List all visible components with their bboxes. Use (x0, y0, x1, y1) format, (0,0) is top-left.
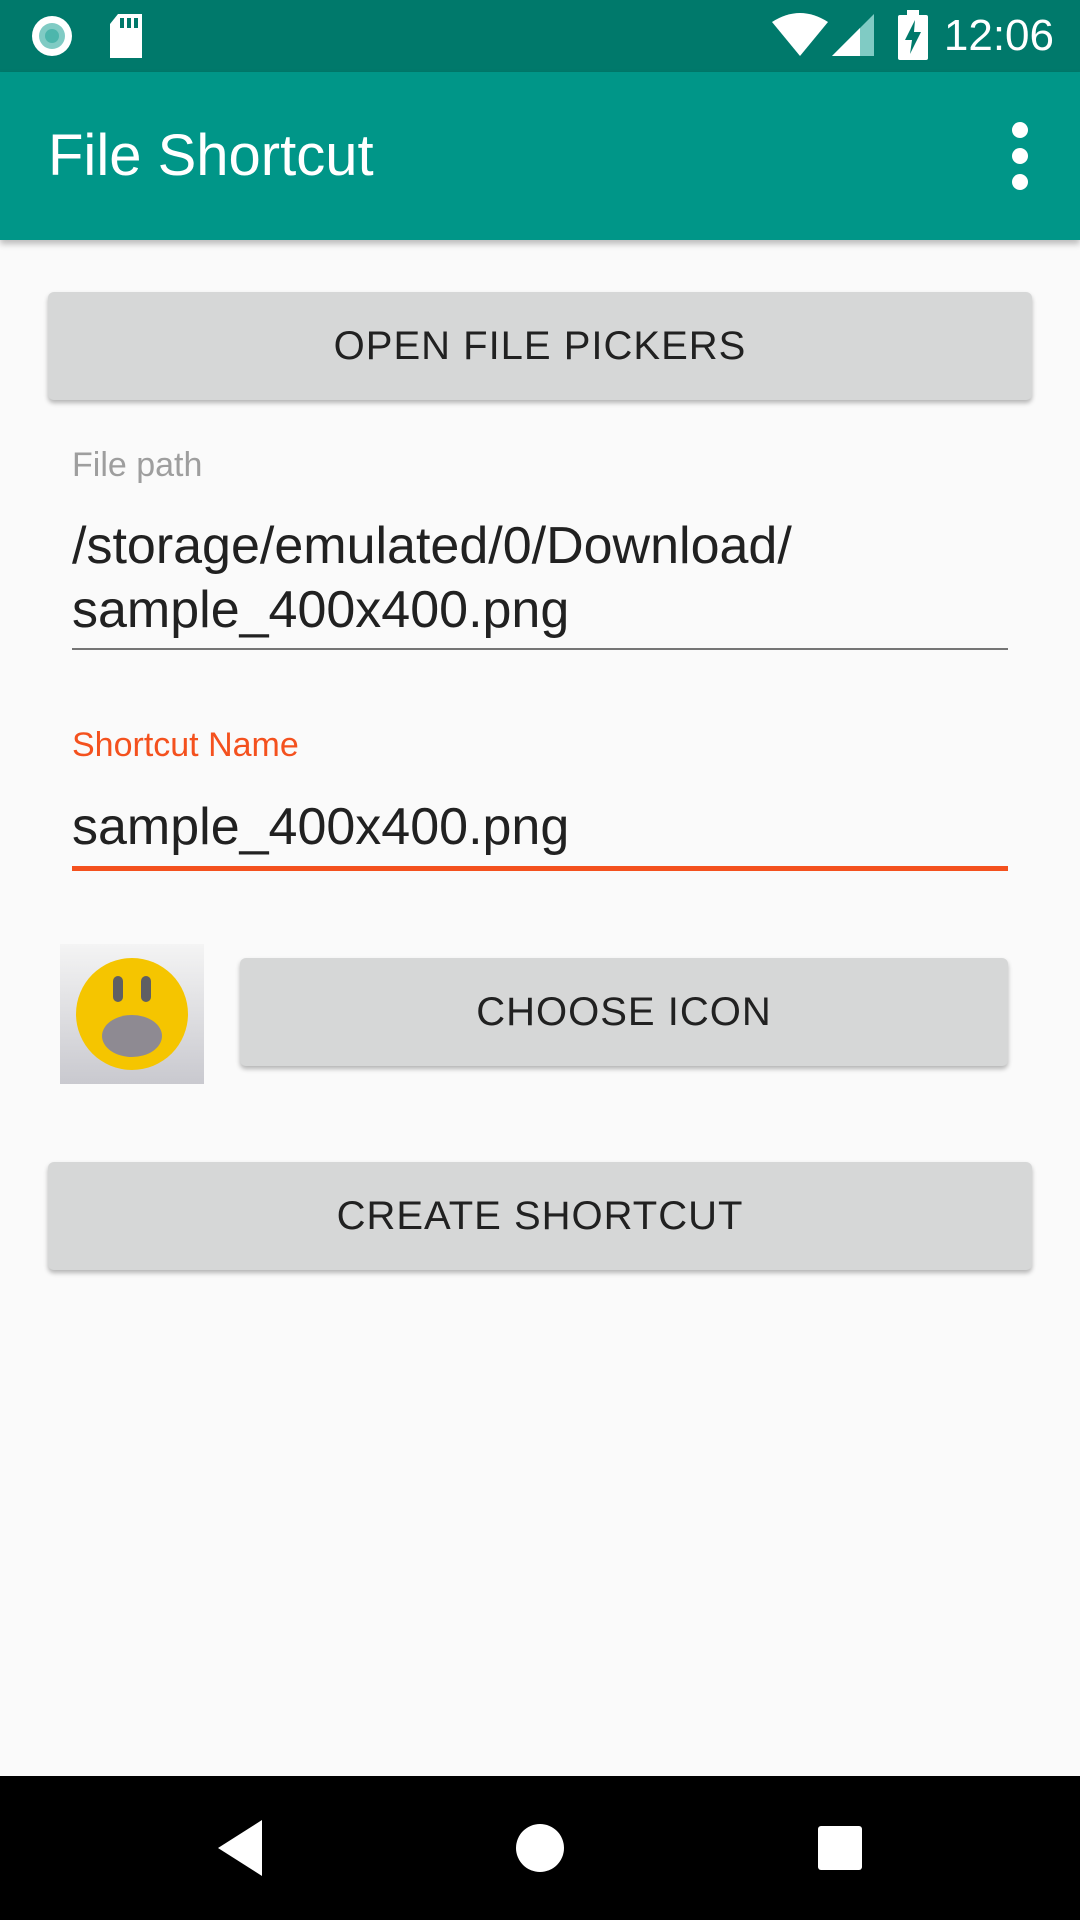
status-bar: 12:06 (0, 0, 1080, 72)
app-bar: File Shortcut (0, 72, 1080, 240)
choose-icon-button[interactable]: CHOOSE ICON (240, 958, 1008, 1066)
home-icon[interactable] (504, 1812, 576, 1884)
file-path-input[interactable]: /storage/emulated/0/Download/ sample_400… (72, 514, 1008, 642)
recents-icon[interactable] (804, 1812, 876, 1884)
shortcut-name-input[interactable]: sample_400x400.png (72, 795, 1008, 859)
open-file-pickers-button[interactable]: OPEN FILE PICKERS (48, 292, 1032, 400)
create-shortcut-button[interactable]: CREATE SHORTCUT (48, 1162, 1032, 1270)
shortcut-name-label: Shortcut Name (72, 726, 299, 764)
overflow-menu-icon[interactable] (990, 112, 1050, 200)
back-icon[interactable] (204, 1812, 276, 1884)
surprised-face-icon (76, 958, 188, 1070)
icon-preview (60, 944, 204, 1084)
sd-card-icon (108, 14, 144, 63)
file-path-underline (72, 648, 1008, 650)
app-title: File Shortcut (48, 123, 374, 188)
status-time: 12:06 (943, 11, 1054, 60)
wifi-icon (772, 12, 828, 63)
file-path-label: File path (72, 446, 203, 484)
record-icon (30, 14, 74, 63)
signal-icon (830, 12, 876, 63)
battery-charging-icon (898, 10, 928, 65)
shortcut-name-underline (72, 866, 1008, 871)
navigation-bar (0, 1776, 1080, 1920)
screen: 12:06 File Shortcut OPEN FILE PICKERS Fi… (0, 0, 1080, 1920)
